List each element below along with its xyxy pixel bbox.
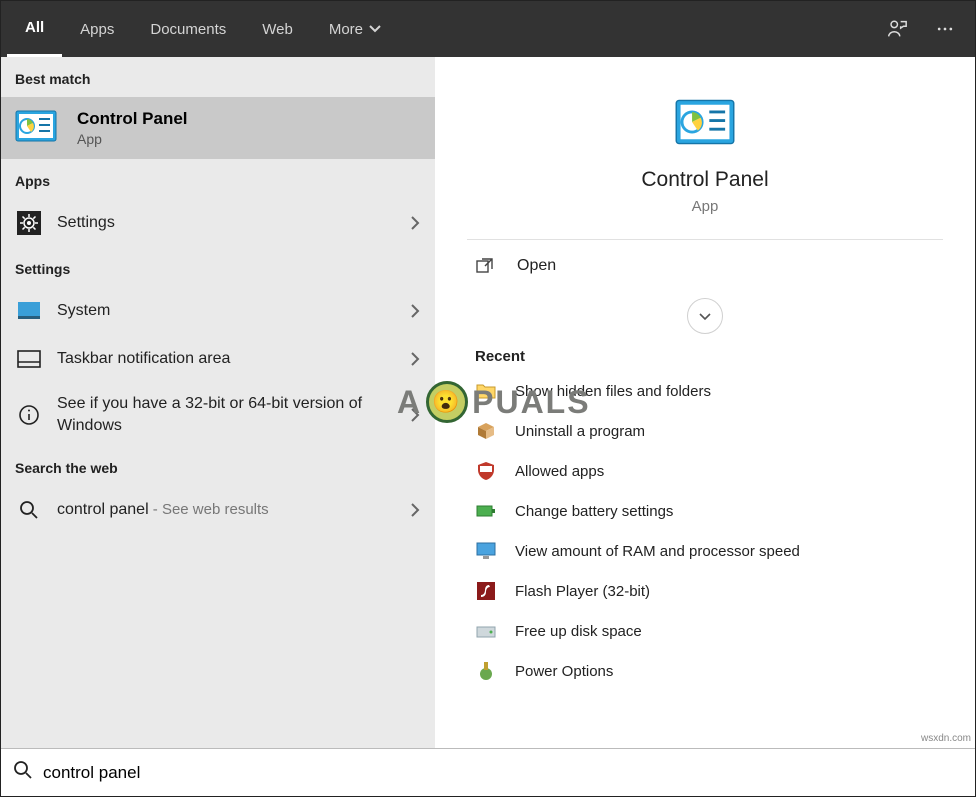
result-search-web[interactable]: control panel - See web results: [1, 486, 435, 534]
box-icon: [475, 420, 497, 442]
recent-label: Allowed apps: [515, 463, 604, 480]
recent-label: Show hidden files and folders: [515, 383, 711, 400]
open-label: Open: [517, 257, 556, 275]
chevron-right-icon: [409, 215, 421, 231]
apps-heading: Apps: [1, 159, 435, 199]
result-32-64-bit[interactable]: See if you have a 32-bit or 64-bit versi…: [1, 383, 435, 446]
gear-icon: [15, 209, 43, 237]
result-label: control panel - See web results: [57, 501, 395, 519]
recent-uninstall-program[interactable]: Uninstall a program: [435, 411, 975, 451]
open-icon: [475, 256, 495, 276]
search-icon: [13, 760, 33, 785]
result-label: System: [57, 302, 395, 320]
best-match-result[interactable]: Control Panel App: [1, 97, 435, 159]
best-match-subtitle: App: [77, 131, 188, 147]
recent-heading: Recent: [435, 348, 975, 371]
tab-apps[interactable]: Apps: [62, 1, 132, 57]
recent-label: Uninstall a program: [515, 423, 645, 440]
monitor-icon: [475, 540, 497, 562]
recent-ram-processor[interactable]: View amount of RAM and processor speed: [435, 531, 975, 571]
shield-icon: [475, 460, 497, 482]
control-panel-icon: [674, 99, 736, 150]
flash-icon: [475, 580, 497, 602]
preview-pane: Control Panel App Open Recent Show hidde…: [435, 57, 975, 748]
settings-heading: Settings: [1, 247, 435, 287]
web-query: control panel: [57, 501, 149, 518]
recent-power-options[interactable]: Power Options: [435, 651, 975, 691]
result-label: Settings: [57, 214, 395, 232]
recent-label: Free up disk space: [515, 623, 642, 640]
tab-web[interactable]: Web: [244, 1, 311, 57]
recent-label: Power Options: [515, 663, 613, 680]
disk-icon: [475, 620, 497, 642]
open-action[interactable]: Open: [435, 240, 975, 292]
source-caption: wsxdn.com: [921, 733, 971, 744]
recent-label: Change battery settings: [515, 503, 673, 520]
recent-free-disk[interactable]: Free up disk space: [435, 611, 975, 651]
recent-show-hidden-files[interactable]: Show hidden files and folders: [435, 371, 975, 411]
result-settings-app[interactable]: Settings: [1, 199, 435, 247]
result-label: Taskbar notification area: [57, 350, 395, 368]
battery-icon: [475, 500, 497, 522]
power-icon: [475, 660, 497, 682]
search-header: All Apps Documents Web More: [1, 1, 975, 57]
chevron-right-icon: [409, 502, 421, 518]
chevron-right-icon: [409, 303, 421, 319]
search-web-heading: Search the web: [1, 446, 435, 486]
results-pane: Best match Control Panel: [1, 57, 435, 748]
recent-label: View amount of RAM and processor speed: [515, 543, 800, 560]
chevron-right-icon: [409, 351, 421, 367]
chevron-right-icon: [409, 407, 421, 423]
info-icon: [15, 401, 43, 429]
search-icon: [15, 496, 43, 524]
tab-documents[interactable]: Documents: [132, 1, 244, 57]
control-panel-icon: [15, 110, 63, 146]
tab-more[interactable]: More: [311, 1, 399, 57]
best-match-heading: Best match: [1, 57, 435, 97]
result-taskbar-notification[interactable]: Taskbar notification area: [1, 335, 435, 383]
feedback-icon[interactable]: [873, 1, 921, 57]
taskbar-icon: [15, 345, 43, 373]
chevron-down-icon: [697, 308, 713, 324]
preview-title: Control Panel: [641, 168, 768, 192]
web-hint: - See web results: [149, 501, 269, 518]
result-system[interactable]: System: [1, 287, 435, 335]
result-label: See if you have a 32-bit or 64-bit versi…: [57, 393, 395, 436]
preview-subtitle: App: [692, 198, 719, 215]
more-options-icon[interactable]: [921, 1, 969, 57]
display-icon: [15, 297, 43, 325]
search-input[interactable]: [43, 763, 963, 783]
expand-actions-button[interactable]: [687, 298, 723, 334]
tab-more-label: More: [329, 21, 363, 38]
recent-flash-player[interactable]: Flash Player (32-bit): [435, 571, 975, 611]
recent-label: Flash Player (32-bit): [515, 583, 650, 600]
chevron-down-icon: [369, 23, 381, 35]
best-match-title: Control Panel: [77, 109, 188, 129]
folder-icon: [475, 380, 497, 402]
recent-battery-settings[interactable]: Change battery settings: [435, 491, 975, 531]
tab-all[interactable]: All: [7, 1, 62, 57]
recent-allowed-apps[interactable]: Allowed apps: [435, 451, 975, 491]
search-bar: [1, 748, 975, 796]
